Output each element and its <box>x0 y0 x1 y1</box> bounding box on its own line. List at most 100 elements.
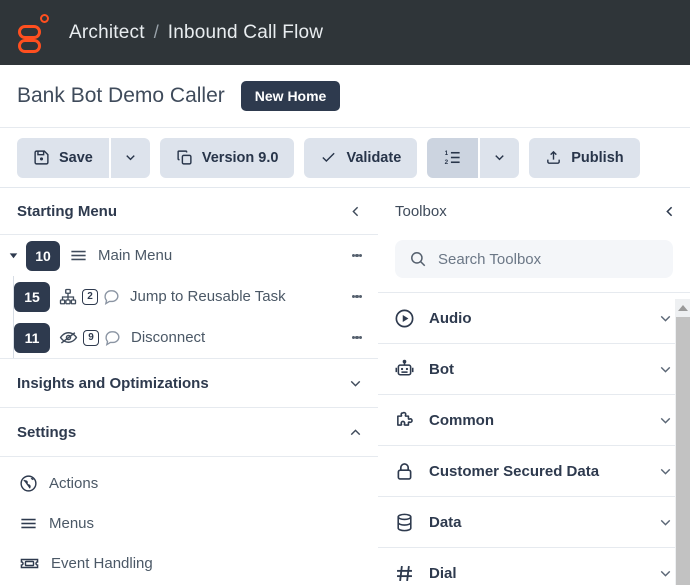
chevron-down-icon[interactable] <box>657 310 674 327</box>
expand-toggle-icon[interactable] <box>0 249 26 262</box>
node-icons <box>69 246 88 265</box>
hash-icon <box>394 563 415 584</box>
search-icon <box>409 250 427 268</box>
chevron-down-icon <box>492 150 507 165</box>
collapse-left-panel-button[interactable] <box>347 203 364 220</box>
validate-button[interactable]: Validate <box>304 138 417 178</box>
page-title: Bank Bot Demo Caller <box>17 84 225 108</box>
node-id-badge: 11 <box>14 323 50 353</box>
upload-icon <box>545 149 562 166</box>
sidebar-item-event-handling[interactable]: Event Handling <box>0 543 378 583</box>
list-view-dropdown-button[interactable] <box>480 138 519 178</box>
toolbox-category-dial[interactable]: Dial <box>378 548 690 585</box>
new-home-badge[interactable]: New Home <box>241 81 341 111</box>
insights-section-header[interactable]: Insights and Optimizations <box>0 359 378 408</box>
tree-row[interactable]: 11 9 <box>0 317 378 358</box>
category-label: Common <box>429 412 643 429</box>
node-count-badge: 2 <box>82 289 98 305</box>
toolbox-panel: Toolbox <box>378 188 690 585</box>
collapse-toolbox-button[interactable] <box>661 203 678 220</box>
chevron-down-icon[interactable] <box>657 463 674 480</box>
scroll-up-arrow-icon[interactable] <box>675 299 690 316</box>
search-toolbox-box[interactable] <box>395 240 673 278</box>
genesys-logo-icon[interactable] <box>17 13 51 53</box>
chevron-down-icon <box>123 150 138 165</box>
node-more-options-icon[interactable] <box>346 252 369 259</box>
toolbox-category-customer-secured-data[interactable]: Customer Secured Data <box>378 446 690 497</box>
sidebar-item-label: Actions <box>49 475 98 492</box>
chevron-down-icon[interactable] <box>657 565 674 582</box>
toolbox-category-data[interactable]: Data <box>378 497 690 548</box>
play-circle-icon <box>394 308 415 329</box>
globe-icon <box>19 474 38 493</box>
version-button-group: Version 9.0 <box>160 138 295 178</box>
validate-button-label: Validate <box>346 150 401 166</box>
eye-off-icon <box>59 328 78 347</box>
toolbox-category-common[interactable]: Common <box>378 395 690 446</box>
top-app-bar: Architect / Inbound Call Flow <box>0 0 690 65</box>
ordered-list-button[interactable]: 1 2 <box>427 138 478 178</box>
menu-lines-icon <box>19 514 38 533</box>
toolbox-title: Toolbox <box>395 203 447 220</box>
breadcrumb: Architect / Inbound Call Flow <box>69 22 323 44</box>
publish-button-group: Publish <box>529 138 639 178</box>
menu-lines-icon <box>69 246 88 265</box>
node-icons: 2 <box>59 288 120 306</box>
category-label: Audio <box>429 310 643 327</box>
version-button-label: Version 9.0 <box>202 150 279 166</box>
node-more-options-icon[interactable] <box>346 293 369 300</box>
tree-node-label: Jump to Reusable Task <box>130 288 286 305</box>
sidebar-item-label: Menus <box>49 515 94 532</box>
settings-section-header[interactable]: Settings <box>0 408 378 457</box>
architect-app: Architect / Inbound Call Flow Bank Bot D… <box>0 0 690 585</box>
category-label: Dial <box>429 565 643 582</box>
breadcrumb-app-name[interactable]: Architect <box>69 22 145 44</box>
category-label: Data <box>429 514 643 531</box>
version-button[interactable]: Version 9.0 <box>160 138 295 178</box>
lock-icon <box>394 461 415 482</box>
node-count-badge: 9 <box>83 330 99 346</box>
scrollbar-thumb[interactable] <box>676 317 690 585</box>
database-icon <box>394 512 415 533</box>
publish-button[interactable]: Publish <box>529 138 639 178</box>
main-toolbar: Save Version 9.0 <box>0 128 690 188</box>
search-toolbox-input[interactable] <box>438 251 659 268</box>
category-label: Customer Secured Data <box>429 463 643 480</box>
tree-row[interactable]: 15 2 <box>0 276 378 317</box>
hierarchy-icon <box>59 288 77 306</box>
breadcrumb-separator: / <box>154 22 159 43</box>
toolbox-search-wrap <box>378 235 690 292</box>
chevron-up-icon[interactable] <box>347 424 364 441</box>
sidebar-item-menus[interactable]: Menus <box>0 503 378 543</box>
publish-button-label: Publish <box>571 150 623 166</box>
check-icon <box>320 149 337 166</box>
node-more-options-icon[interactable] <box>346 334 369 341</box>
settings-section-title: Settings <box>17 424 76 441</box>
save-button[interactable]: Save <box>17 138 109 178</box>
toolbox-category-bot[interactable]: Bot <box>378 344 690 395</box>
ordered-list-icon: 1 2 <box>443 148 462 167</box>
save-button-group: Save <box>17 138 150 178</box>
chevron-down-icon[interactable] <box>657 412 674 429</box>
robot-icon <box>394 359 415 380</box>
list-view-button-group: 1 2 <box>427 138 519 178</box>
node-id-badge: 15 <box>14 282 50 312</box>
save-dropdown-button[interactable] <box>111 138 150 178</box>
chevron-down-icon[interactable] <box>347 375 364 392</box>
toolbox-category-list: Audio <box>378 292 690 585</box>
toolbox-category-audio[interactable]: Audio <box>378 293 690 344</box>
chevron-down-icon[interactable] <box>657 361 674 378</box>
event-icon <box>19 554 40 573</box>
toolbox-scrollbar[interactable] <box>675 299 690 585</box>
node-id-badge: 10 <box>26 241 60 271</box>
tree-row[interactable]: 10 Main Menu <box>0 235 378 276</box>
chevron-down-icon[interactable] <box>657 514 674 531</box>
copy-icon <box>176 149 193 166</box>
tree-guide-line <box>13 317 14 358</box>
tree-node-label: Disconnect <box>131 329 205 346</box>
sidebar-item-actions[interactable]: Actions <box>0 463 378 503</box>
floppy-disk-icon <box>33 149 50 166</box>
flow-structure-panel: Starting Menu 10 <box>0 188 378 585</box>
comment-icon <box>104 329 121 346</box>
save-button-label: Save <box>59 150 93 166</box>
